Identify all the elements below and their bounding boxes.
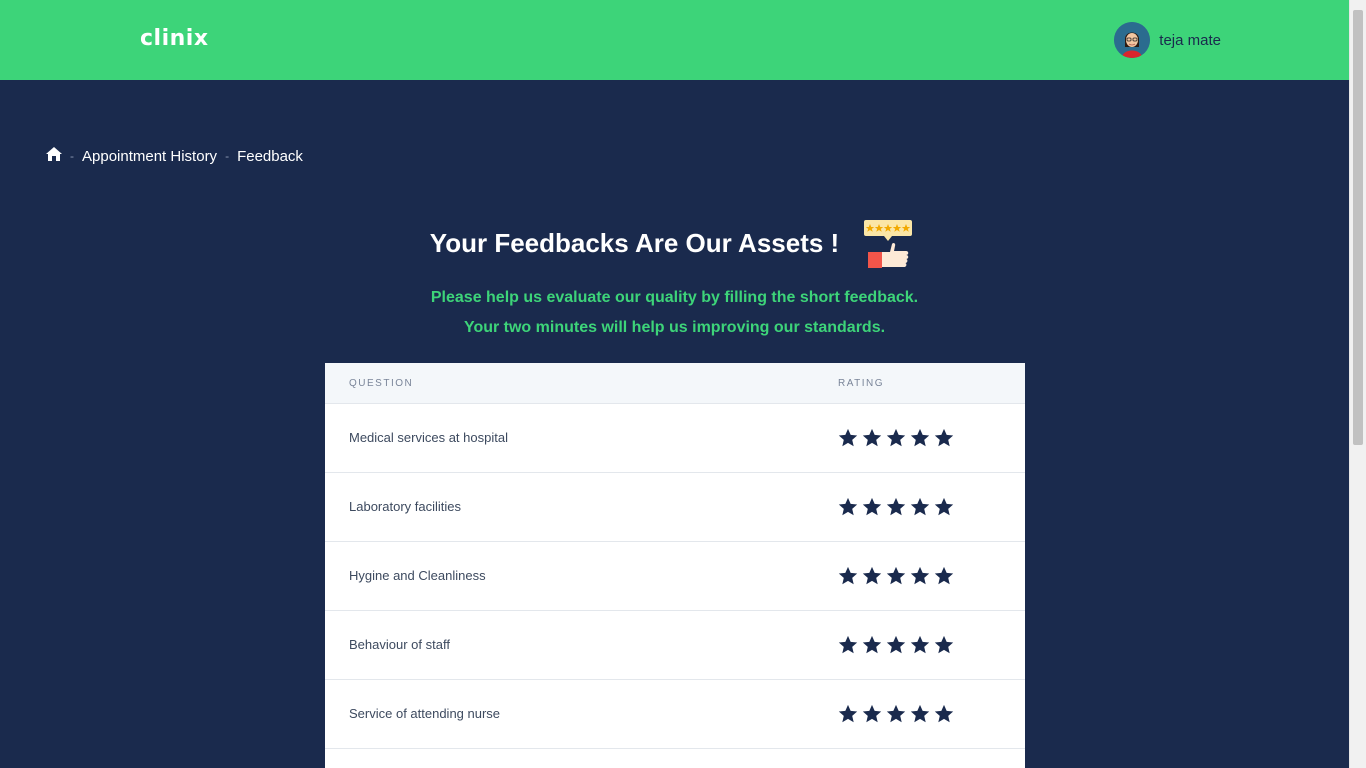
- star-icon[interactable]: [861, 703, 883, 725]
- table-header: QUESTION RATING: [325, 363, 1025, 404]
- table-row: Hygine and Cleanliness: [325, 542, 1025, 611]
- star-rating[interactable]: [837, 703, 955, 725]
- table-row: Service of attending nurse: [325, 680, 1025, 749]
- feedback-thumbs-up-icon: [862, 218, 914, 275]
- page-scrollbar[interactable]: [1349, 0, 1366, 768]
- star-icon[interactable]: [933, 565, 955, 587]
- user-menu[interactable]: teja mate: [1114, 22, 1221, 58]
- star-icon[interactable]: [933, 427, 955, 449]
- star-icon[interactable]: [909, 427, 931, 449]
- breadcrumb: - Appointment History - Feedback: [46, 147, 303, 165]
- star-icon[interactable]: [837, 703, 859, 725]
- breadcrumb-separator: -: [225, 149, 230, 163]
- page-title: Your Feedbacks Are Our Assets !: [429, 228, 840, 258]
- star-icon[interactable]: [837, 427, 859, 449]
- home-icon[interactable]: [46, 147, 62, 165]
- star-icon[interactable]: [837, 496, 859, 518]
- breadcrumb-feedback: Feedback: [237, 147, 303, 165]
- question-text: Behaviour of staff: [349, 637, 450, 652]
- top-navbar: clinix teja mate: [0, 0, 1349, 80]
- subtitle-line-2: Your two minutes will help us improving …: [463, 319, 886, 336]
- scrollbar-thumb[interactable]: [1353, 10, 1363, 445]
- breadcrumb-appointment-history[interactable]: Appointment History: [82, 148, 217, 165]
- star-icon[interactable]: [837, 634, 859, 656]
- star-icon[interactable]: [909, 703, 931, 725]
- star-icon[interactable]: [909, 565, 931, 587]
- star-icon[interactable]: [933, 496, 955, 518]
- star-icon[interactable]: [861, 565, 883, 587]
- star-icon[interactable]: [885, 496, 907, 518]
- page-title-wrapper: Your Feedbacks Are Our Assets !: [0, 228, 1349, 259]
- star-icon[interactable]: [909, 496, 931, 518]
- table-row: Medical services at hospital: [325, 404, 1025, 473]
- star-icon[interactable]: [885, 565, 907, 587]
- avatar[interactable]: [1114, 22, 1151, 58]
- subtitle-line-1: Please help us evaluate our quality by f…: [430, 289, 919, 306]
- star-rating[interactable]: [837, 427, 955, 449]
- question-text: Service of attending nurse: [349, 706, 501, 721]
- column-header-question: QUESTION: [349, 378, 414, 389]
- star-icon[interactable]: [861, 634, 883, 656]
- star-icon[interactable]: [885, 703, 907, 725]
- question-text: Laboratory facilities: [349, 499, 461, 514]
- star-icon[interactable]: [933, 634, 955, 656]
- table-row: Behaviour of staff: [325, 611, 1025, 680]
- breadcrumb-separator: -: [70, 149, 74, 163]
- star-icon[interactable]: [909, 634, 931, 656]
- star-rating[interactable]: [837, 496, 955, 518]
- star-icon[interactable]: [885, 634, 907, 656]
- star-icon[interactable]: [861, 496, 883, 518]
- user-name[interactable]: teja mate: [1159, 32, 1221, 49]
- question-text: Hygine and Cleanliness: [349, 568, 486, 583]
- star-icon[interactable]: [861, 427, 883, 449]
- star-icon[interactable]: [885, 427, 907, 449]
- star-icon[interactable]: [933, 703, 955, 725]
- star-icon[interactable]: [837, 565, 859, 587]
- question-text: Medical services at hospital: [349, 430, 508, 445]
- feedback-table: QUESTION RATING Medical services at hosp…: [325, 363, 1025, 768]
- column-header-rating: RATING: [838, 378, 885, 389]
- star-rating[interactable]: [837, 565, 955, 587]
- table-row: Laboratory facilities: [325, 473, 1025, 542]
- logo[interactable]: clinix: [140, 26, 209, 51]
- star-rating[interactable]: [837, 634, 955, 656]
